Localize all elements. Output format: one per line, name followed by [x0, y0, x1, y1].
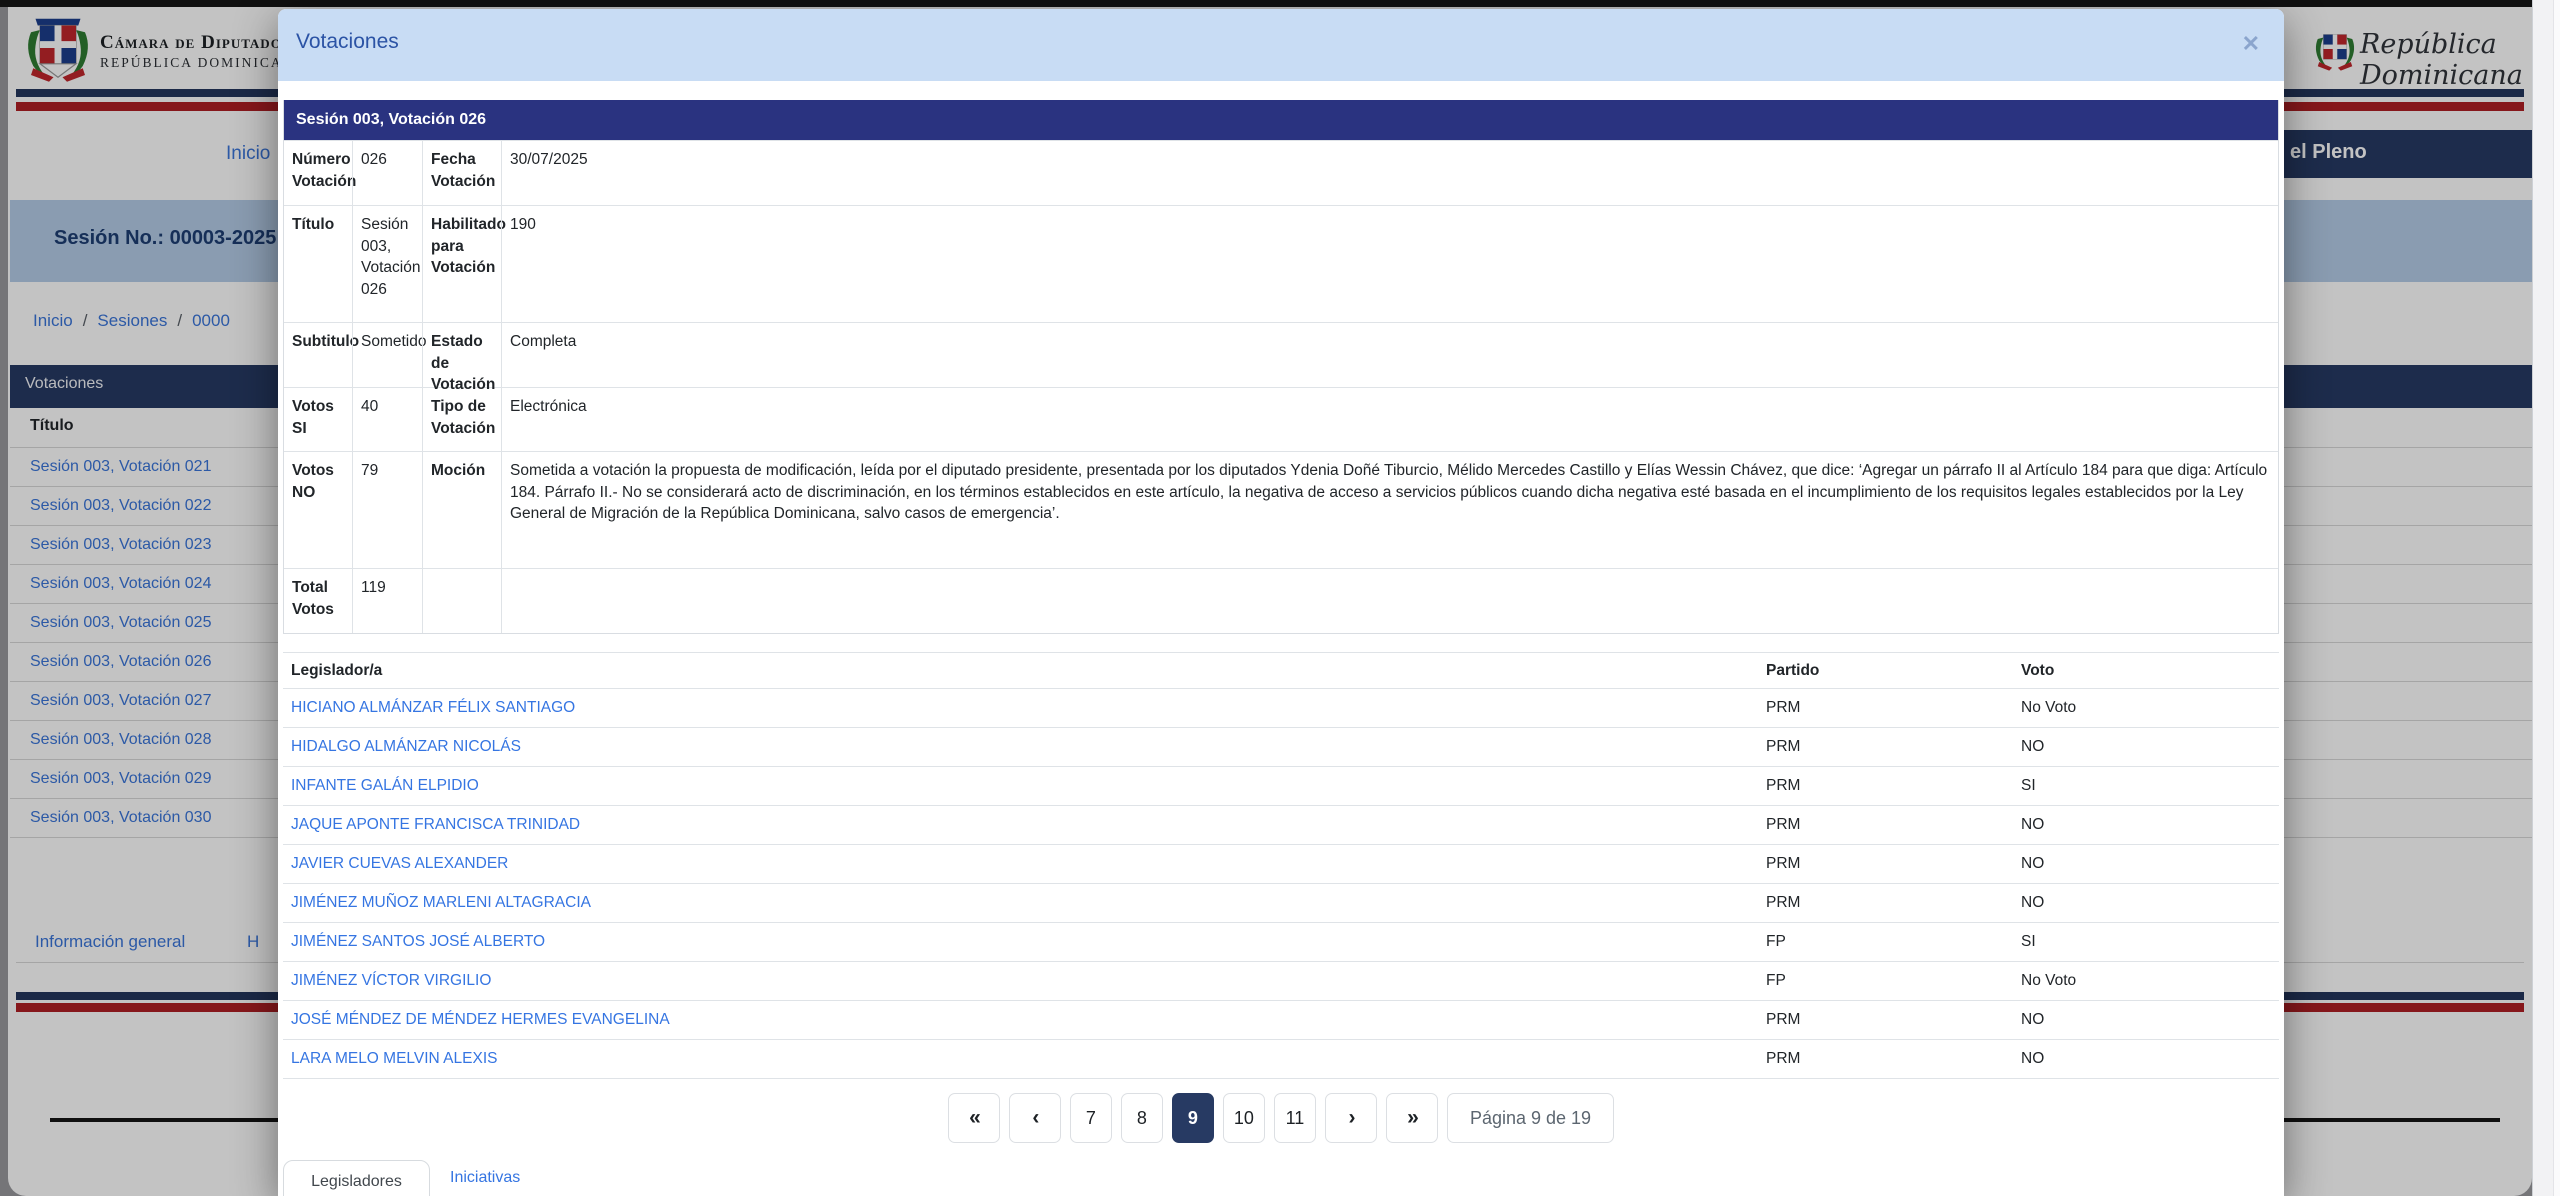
vote-cell: NO — [2013, 1040, 2279, 1078]
details-row: Número Votación 026 Fecha Votación 30/07… — [284, 140, 2278, 205]
table-row: JAQUE APONTE FRANCISCA TRINIDAD PRM NO — [283, 806, 2279, 845]
pagination-page-7[interactable]: 7 — [1070, 1093, 1112, 1143]
column-header-partido: Partido — [1758, 653, 2013, 688]
pagination-page-8[interactable]: 8 — [1121, 1093, 1163, 1143]
legislators-table: Legislador/a Partido Voto HICIANO ALMÁNZ… — [283, 652, 2279, 1079]
tab-iniciativas[interactable]: Iniciativas — [450, 1169, 520, 1187]
party-cell: PRM — [1758, 1040, 2013, 1078]
detail-label: Votos NO — [284, 452, 352, 568]
party-cell: FP — [1758, 962, 2013, 1000]
detail-value-mocion: Sometida a votación la propuesta de modi… — [501, 452, 2278, 568]
detail-label: Total Votos — [284, 569, 352, 633]
detail-value: Sesión 003, Votación 026 — [352, 206, 422, 322]
pagination-next-icon[interactable]: › — [1325, 1093, 1377, 1143]
vote-cell: NO — [2013, 884, 2279, 922]
legislator-link[interactable]: JIMÉNEZ MUÑOZ MARLENI ALTAGRACIA — [291, 894, 591, 911]
legislator-link[interactable]: LARA MELO MELVIN ALEXIS — [291, 1050, 497, 1067]
legislator-link[interactable]: INFANTE GALÁN ELPIDIO — [291, 777, 479, 794]
legislator-link[interactable]: JAQUE APONTE FRANCISCA TRINIDAD — [291, 816, 580, 833]
vote-cell: NO — [2013, 806, 2279, 844]
detail-label: Habilitado para Votación — [422, 206, 501, 322]
close-icon[interactable]: ✕ — [2242, 31, 2260, 57]
legislator-link[interactable]: JIMÉNEZ SANTOS JOSÉ ALBERTO — [291, 933, 545, 950]
table-row: JIMÉNEZ SANTOS JOSÉ ALBERTO FP SI — [283, 923, 2279, 962]
pagination-status: Página 9 de 19 — [1447, 1093, 1614, 1143]
detail-label: Tipo de Votación — [422, 388, 501, 451]
legislator-link[interactable]: HIDALGO ALMÁNZAR NICOLÁS — [291, 738, 521, 755]
vote-cell: NO — [2013, 1001, 2279, 1039]
detail-value: 026 — [352, 141, 422, 205]
legislators-header-row: Legislador/a Partido Voto — [283, 652, 2279, 689]
table-row: INFANTE GALÁN ELPIDIO PRM SI — [283, 767, 2279, 806]
table-row: JOSÉ MÉNDEZ DE MÉNDEZ HERMES EVANGELINA … — [283, 1001, 2279, 1040]
table-row: JIMÉNEZ MUÑOZ MARLENI ALTAGRACIA PRM NO — [283, 884, 2279, 923]
vote-cell: NO — [2013, 728, 2279, 766]
scrollbar-edge — [2553, 0, 2560, 1196]
detail-value: 79 — [352, 452, 422, 568]
detail-value: 119 — [352, 569, 422, 633]
modal-header: Votaciones ✕ — [278, 9, 2284, 81]
pagination-last-icon[interactable]: » — [1386, 1093, 1438, 1143]
detail-label: Moción — [422, 452, 501, 568]
detail-value — [501, 569, 2278, 633]
party-cell: FP — [1758, 923, 2013, 961]
detail-value: 30/07/2025 — [501, 141, 2278, 205]
pagination-page-11[interactable]: 11 — [1274, 1093, 1316, 1143]
detail-value: 40 — [352, 388, 422, 451]
legislator-link[interactable]: JAVIER CUEVAS ALEXANDER — [291, 855, 508, 872]
vote-details-header: Sesión 003, Votación 026 — [284, 100, 2278, 140]
legislator-link[interactable]: HICIANO ALMÁNZAR FÉLIX SANTIAGO — [291, 699, 575, 716]
pagination-prev-icon[interactable]: ‹ — [1009, 1093, 1061, 1143]
vote-cell: No Voto — [2013, 689, 2279, 727]
party-cell: PRM — [1758, 689, 2013, 727]
vote-cell: NO — [2013, 845, 2279, 883]
votaciones-modal: Votaciones ✕ Sesión 003, Votación 026 Nú… — [278, 9, 2284, 1196]
legislator-link[interactable]: JOSÉ MÉNDEZ DE MÉNDEZ HERMES EVANGELINA — [291, 1011, 670, 1028]
pagination-page-10[interactable]: 10 — [1223, 1093, 1265, 1143]
vote-cell: SI — [2013, 767, 2279, 805]
details-row: Total Votos 119 — [284, 568, 2278, 633]
pagination-first-icon[interactable]: « — [948, 1093, 1000, 1143]
scrollbar-track[interactable] — [2532, 0, 2560, 1196]
tab-legisladores[interactable]: Legisladores — [283, 1160, 430, 1196]
column-header-voto: Voto — [2013, 653, 2279, 688]
detail-label: Título — [284, 206, 352, 322]
party-cell: PRM — [1758, 728, 2013, 766]
party-cell: PRM — [1758, 767, 2013, 805]
details-row: Votos SI 40 Tipo de Votación Electrónica — [284, 387, 2278, 451]
table-row: HIDALGO ALMÁNZAR NICOLÁS PRM NO — [283, 728, 2279, 767]
details-row: Votos NO 79 Moción Sometida a votación l… — [284, 451, 2278, 568]
pagination: « ‹ 7 8 9 10 11 › » Página 9 de 19 — [278, 1093, 2284, 1143]
party-cell: PRM — [1758, 884, 2013, 922]
vote-details-table: Sesión 003, Votación 026 Número Votación… — [283, 100, 2279, 634]
vote-cell: No Voto — [2013, 962, 2279, 1000]
detail-label — [422, 569, 501, 633]
details-row: Título Sesión 003, Votación 026 Habilita… — [284, 205, 2278, 322]
party-cell: PRM — [1758, 806, 2013, 844]
detail-value: Electrónica — [501, 388, 2278, 451]
detail-value: 190 — [501, 206, 2278, 322]
party-cell: PRM — [1758, 845, 2013, 883]
modal-title: Votaciones — [296, 30, 399, 54]
vote-cell: SI — [2013, 923, 2279, 961]
details-row: Subtitulo Sometido Estado de Votación Co… — [284, 322, 2278, 387]
legislator-link[interactable]: JIMÉNEZ VÍCTOR VIRGILIO — [291, 972, 491, 989]
table-row: LARA MELO MELVIN ALEXIS PRM NO — [283, 1040, 2279, 1079]
detail-label: Número Votación — [284, 141, 352, 205]
table-row: JIMÉNEZ VÍCTOR VIRGILIO FP No Voto — [283, 962, 2279, 1001]
table-row: JAVIER CUEVAS ALEXANDER PRM NO — [283, 845, 2279, 884]
detail-label: Votos SI — [284, 388, 352, 451]
detail-label: Fecha Votación — [422, 141, 501, 205]
column-header-legislador: Legislador/a — [283, 653, 1758, 688]
party-cell: PRM — [1758, 1001, 2013, 1039]
screen: Cámara de Diputados REPÚBLICA DOMINICANA… — [0, 0, 2560, 1196]
table-row: HICIANO ALMÁNZAR FÉLIX SANTIAGO PRM No V… — [283, 689, 2279, 728]
pagination-page-9-active[interactable]: 9 — [1172, 1093, 1214, 1143]
